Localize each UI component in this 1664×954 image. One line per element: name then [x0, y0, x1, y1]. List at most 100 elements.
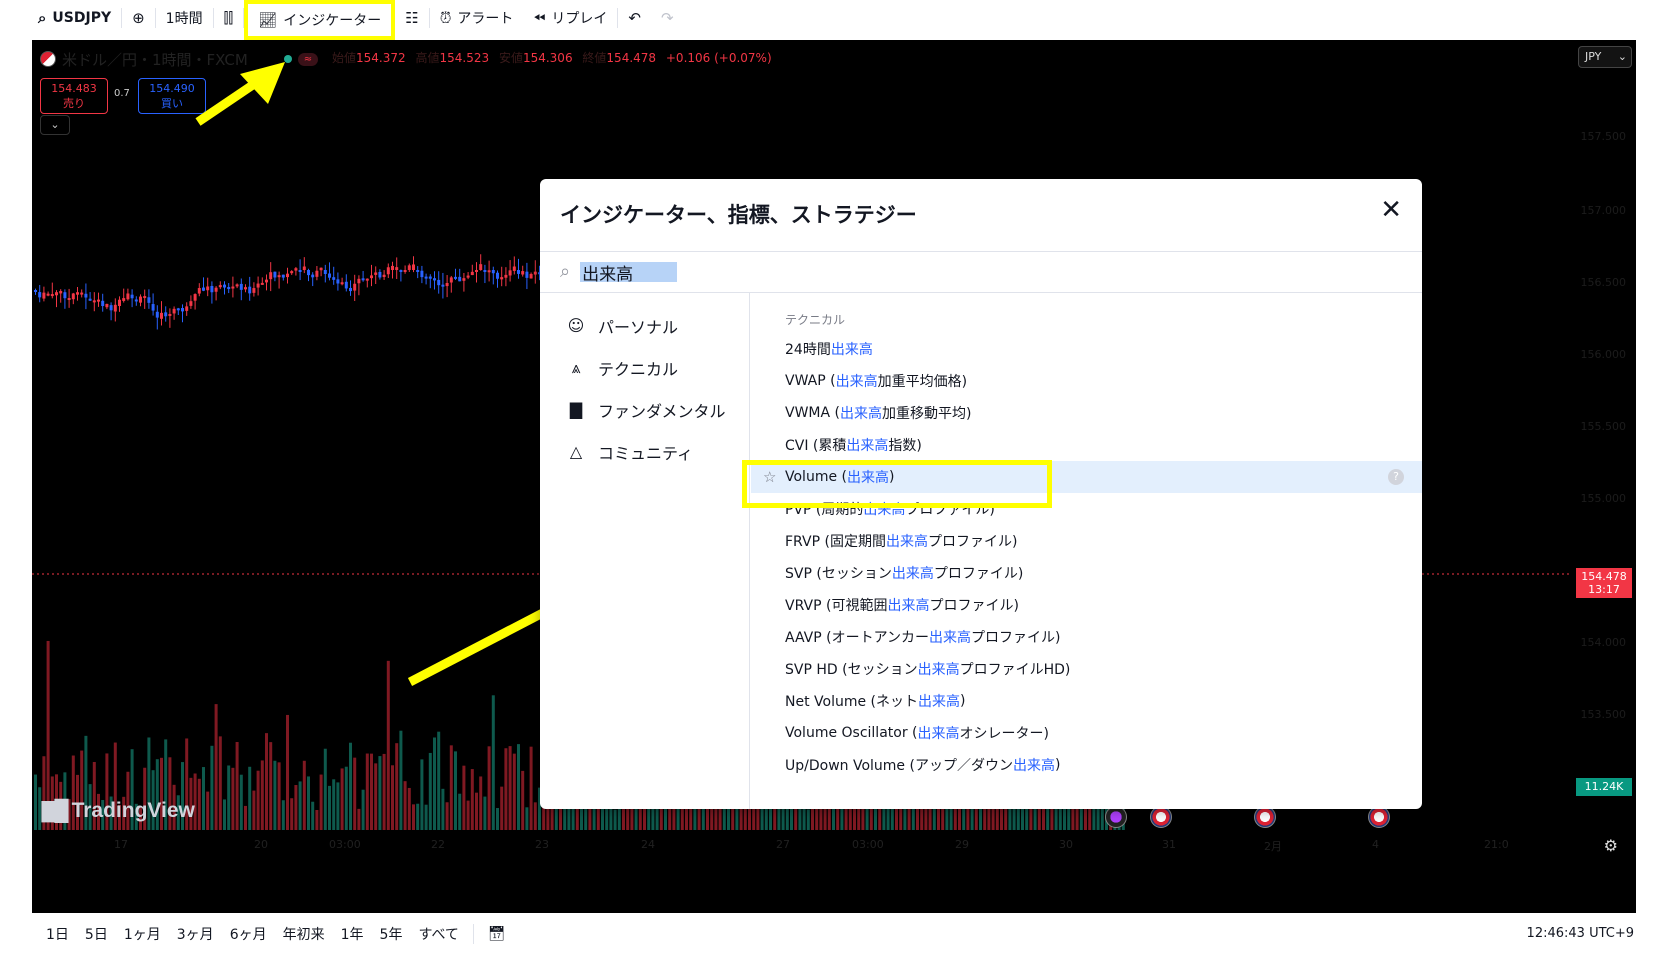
- time-axis-label: 23: [535, 838, 549, 851]
- range-1d[interactable]: 1日: [0, 924, 77, 944]
- candle: [466, 275, 470, 278]
- legend-collapse-button[interactable]: ⌄: [40, 115, 70, 135]
- clock-display[interactable]: 12:46:43 UTC+9: [1527, 926, 1634, 941]
- list-item[interactable]: VWMA (出来高 加重移動平均): [751, 397, 1422, 429]
- candle: [202, 287, 205, 291]
- list-item[interactable]: Net Volume (ネット 出来高): [751, 685, 1422, 717]
- volume-bar: [290, 798, 294, 830]
- time-axis-label: 24: [641, 838, 655, 851]
- list-item[interactable]: FRVP (固定期間 出来高 プロファイル): [751, 525, 1422, 557]
- us-flag-icon: [40, 51, 56, 67]
- indicators-button[interactable]: 📈︎ インジケーター: [244, 0, 396, 40]
- undo-button[interactable]: ↶: [618, 3, 651, 33]
- status-badge[interactable]: ≈: [297, 52, 319, 66]
- list-item[interactable]: AAVP (オートアンカー 出来高 プロファイル): [751, 621, 1422, 653]
- list-item[interactable]: VRVP (可視範囲 出来高 プロファイル): [751, 589, 1422, 621]
- list-item[interactable]: Volume Oscillator (出来高 オシレーター): [751, 717, 1422, 749]
- candle: [46, 293, 50, 296]
- result-match: 出来高: [929, 630, 972, 646]
- volume-bar: [832, 807, 835, 830]
- candle: [218, 285, 222, 288]
- range-all[interactable]: すべて: [410, 924, 466, 944]
- symbol-search-button[interactable]: ⌕ USDJPY: [0, 3, 121, 33]
- range-3m[interactable]: 3ヶ月: [169, 924, 222, 944]
- volume-bar: [966, 805, 970, 830]
- economic-event-icon[interactable]: [1150, 806, 1172, 828]
- time-axis-label: 4: [1372, 838, 1379, 851]
- result-match: 出来高: [918, 694, 961, 710]
- volume-bar: [34, 774, 37, 830]
- redo-button[interactable]: ↷: [651, 3, 684, 33]
- candle: [101, 300, 105, 307]
- currency-label: JPY: [1585, 50, 1602, 63]
- gear-icon[interactable]: ⚙: [1604, 836, 1618, 855]
- chart-type-button[interactable]: ⫿⫿: [214, 3, 244, 33]
- close-icon[interactable]: ✕: [1380, 197, 1402, 223]
- range-6m[interactable]: 6ヶ月: [222, 924, 275, 944]
- range-5d[interactable]: 5日: [77, 924, 116, 944]
- candle: [529, 273, 533, 279]
- list-item[interactable]: CVI (累積 出来高 指数): [751, 429, 1422, 461]
- economic-event-icon[interactable]: [1368, 806, 1390, 828]
- volume-bar: [479, 776, 483, 830]
- currency-select[interactable]: JPY ⌄: [1578, 46, 1632, 68]
- interval-button[interactable]: 1時間: [156, 3, 213, 33]
- volume-bar: [622, 809, 625, 830]
- sell-button[interactable]: 154.483 売り: [40, 78, 108, 114]
- calendar-icon[interactable]: 📅︎: [480, 926, 514, 942]
- result-text: プロファイルHD): [959, 662, 1071, 678]
- candle: [374, 272, 378, 275]
- sidebar-item-fundamental[interactable]: ▇ ファンダメンタル: [540, 389, 749, 431]
- lightning-event-icon[interactable]: [1105, 806, 1127, 828]
- candle: [391, 265, 394, 270]
- volume-bar: [248, 766, 252, 830]
- replay-button[interactable]: ⏪︎ リプレイ: [523, 3, 617, 33]
- compare-button[interactable]: ⊕: [122, 3, 155, 33]
- candle: [433, 278, 436, 281]
- sidebar-item-community[interactable]: △ コミュニティ: [540, 431, 749, 473]
- buy-button[interactable]: 154.490 買い: [138, 78, 206, 114]
- help-icon[interactable]: ?: [1388, 469, 1404, 485]
- candle: [399, 270, 403, 272]
- volume-bar: [433, 737, 436, 830]
- sidebar-item-personal[interactable]: ☺ パーソナル: [540, 305, 749, 347]
- result-text: 24時間: [785, 342, 831, 358]
- range-5y[interactable]: 5年: [372, 924, 411, 944]
- list-item[interactable]: VWAP (出来高 加重平均価格): [751, 365, 1422, 397]
- result-text: VRVP (可視範囲: [785, 598, 888, 614]
- layout-button[interactable]: ☷: [395, 3, 428, 33]
- candle: [126, 293, 130, 300]
- candle: [105, 303, 109, 308]
- tradingview-logo[interactable]: ▇█ TradingView: [42, 798, 195, 823]
- candle: [181, 308, 184, 312]
- range-ytd[interactable]: 年初来: [275, 924, 333, 944]
- list-item[interactable]: SVP HD (セッション 出来高 プロファイルHD): [751, 653, 1422, 685]
- candle: [252, 288, 256, 293]
- sidebar-item-technical[interactable]: ⩓ テクニカル: [540, 347, 749, 389]
- search-input[interactable]: [580, 262, 678, 282]
- alert-button[interactable]: ⏰︎ アラート: [430, 3, 524, 33]
- range-1m[interactable]: 1ヶ月: [116, 924, 169, 944]
- range-1y[interactable]: 1年: [333, 924, 372, 944]
- result-text: プロファイル): [933, 566, 1024, 582]
- volume-bar: [218, 736, 222, 830]
- result-match: 出来高: [917, 662, 960, 678]
- list-item[interactable]: Up/Down Volume (アップ／ダウン 出来高): [751, 749, 1422, 781]
- bar-timer: 13:17: [1588, 583, 1620, 596]
- candle: [147, 297, 151, 303]
- volume-bar: [256, 770, 260, 830]
- candle: [479, 264, 483, 270]
- candle: [365, 278, 369, 281]
- candle: [248, 286, 252, 294]
- price-axis-label: 155.000: [1580, 492, 1627, 505]
- list-item[interactable]: SVP (セッション 出来高 プロファイル): [751, 557, 1422, 589]
- volume-bar: [483, 796, 487, 830]
- volume-bar: [311, 801, 315, 830]
- open-value: 154.372: [356, 51, 406, 65]
- list-item[interactable]: 24時間 出来高: [751, 333, 1422, 365]
- economic-event-icon[interactable]: [1254, 806, 1276, 828]
- symbol-label: USDJPY: [52, 10, 112, 26]
- time-axis-label: 21:0: [1484, 838, 1509, 851]
- candle: [265, 279, 268, 283]
- volume-bar: [227, 765, 231, 830]
